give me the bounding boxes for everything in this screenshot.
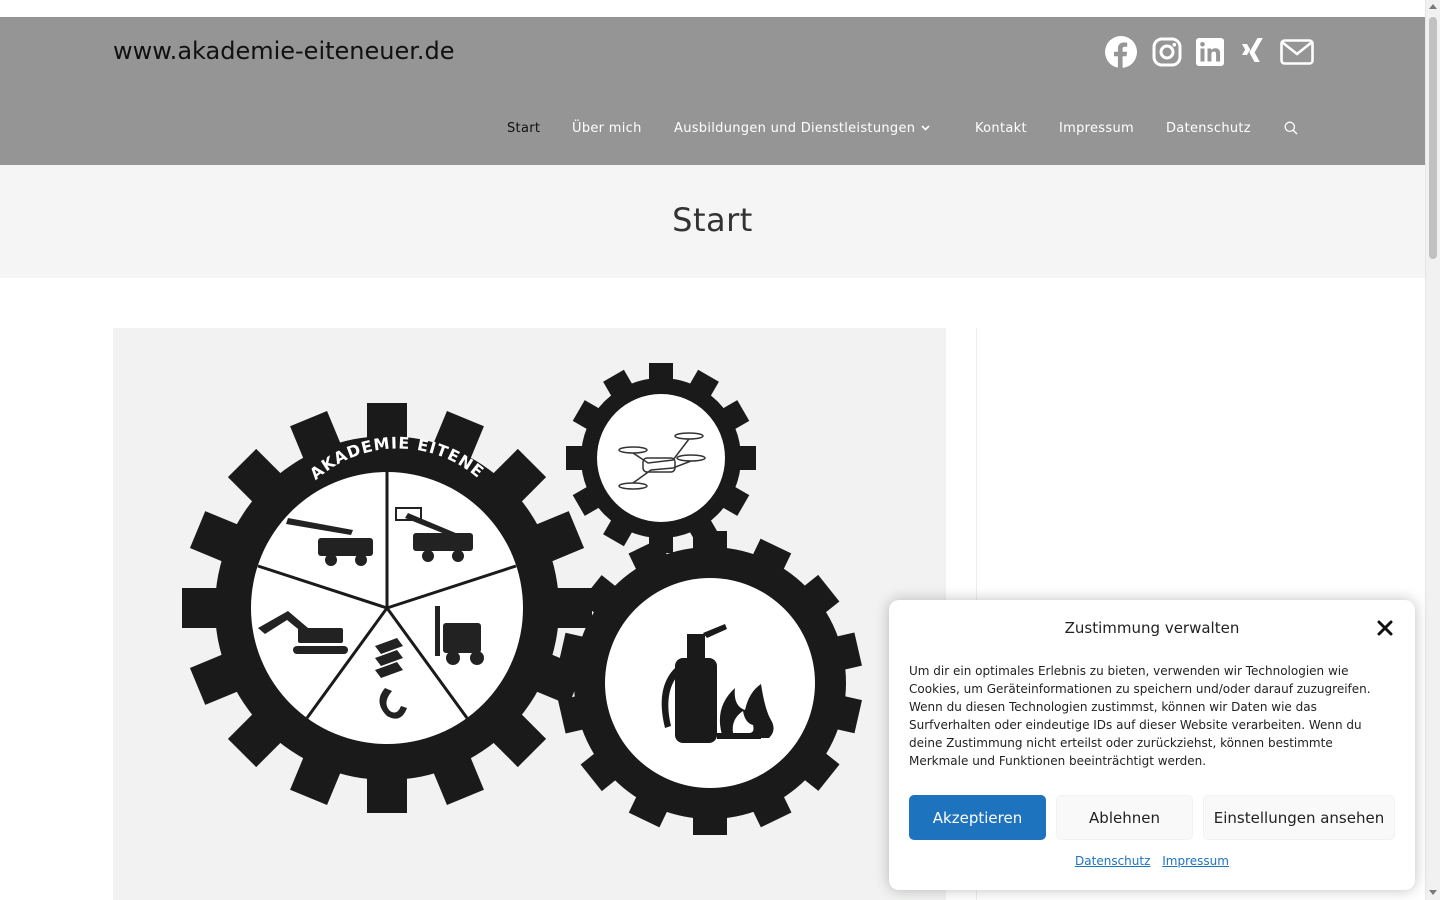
chevron-down-icon	[921, 125, 930, 131]
consent-message: Um dir ein optimales Erlebnis zu bieten,…	[909, 664, 1371, 768]
consent-title: Zustimmung verwalten	[1064, 619, 1240, 637]
deny-button[interactable]: Ablehnen	[1056, 795, 1193, 840]
close-icon[interactable]	[1375, 618, 1395, 638]
consent-links: Datenschutz Impressum	[889, 854, 1415, 868]
top-strip	[0, 0, 1425, 17]
site-header: www.akademie-eiteneuer.de Start Über mic…	[0, 17, 1425, 165]
nav-item-start[interactable]: Start	[507, 117, 540, 139]
nav-item-kontakt[interactable]: Kontakt	[975, 117, 1027, 139]
nav-item-label: Start	[507, 120, 541, 136]
nav-item-label: Kontakt	[975, 120, 1027, 136]
nav-item-datenschutz[interactable]: Datenschutz	[1166, 117, 1251, 139]
search-icon[interactable]	[1284, 120, 1298, 139]
imprint-link[interactable]: Impressum	[1162, 854, 1229, 868]
cookie-consent-dialog: Zustimmung verwalten Um dir ein optimale…	[889, 600, 1415, 890]
nav-item-label: Impressum	[1059, 120, 1134, 136]
scroll-up-arrow-icon[interactable]	[1429, 4, 1437, 9]
nav-item-label: Ausbildungen und Dienstleistungen	[674, 120, 916, 136]
privacy-link[interactable]: Datenschutz	[1075, 854, 1150, 868]
xing-icon[interactable]	[1239, 34, 1267, 70]
nav-item-ausbildungen[interactable]: Ausbildungen und Dienstleistungen	[674, 117, 930, 139]
scrollbar-thumb[interactable]	[1429, 17, 1437, 259]
large-gear-icon: AKADEMIE EITENEUER	[113, 328, 592, 813]
hero-image: AKADEMIE EITENEUER	[113, 328, 946, 900]
akademie-logo-image: AKADEMIE EITENEUER	[113, 328, 862, 835]
site-title[interactable]: www.akademie-eiteneuer.de	[113, 37, 455, 65]
fire-extinguisher-gear-icon	[558, 531, 862, 835]
nav-item-ueber-mich[interactable]: Über mich	[572, 117, 642, 139]
page-scrollbar[interactable]	[1425, 0, 1440, 900]
page-title: Start	[672, 201, 753, 239]
instagram-icon[interactable]	[1150, 34, 1184, 70]
nav-item-label: Datenschutz	[1166, 120, 1251, 136]
facebook-icon[interactable]	[1104, 34, 1138, 70]
view-settings-button[interactable]: Einstellungen ansehen	[1203, 795, 1395, 840]
accept-button[interactable]: Akzeptieren	[909, 795, 1046, 840]
scroll-down-arrow-icon[interactable]	[1429, 890, 1437, 895]
drone-gear-icon	[566, 363, 756, 553]
nav-item-impressum[interactable]: Impressum	[1059, 117, 1134, 139]
linkedin-icon[interactable]	[1194, 34, 1226, 70]
main-nav: Start Über mich Ausbildungen und Dienstl…	[0, 117, 1425, 139]
nav-item-label: Über mich	[572, 120, 642, 136]
page-header: Start	[0, 165, 1425, 278]
mail-icon[interactable]	[1279, 34, 1315, 70]
